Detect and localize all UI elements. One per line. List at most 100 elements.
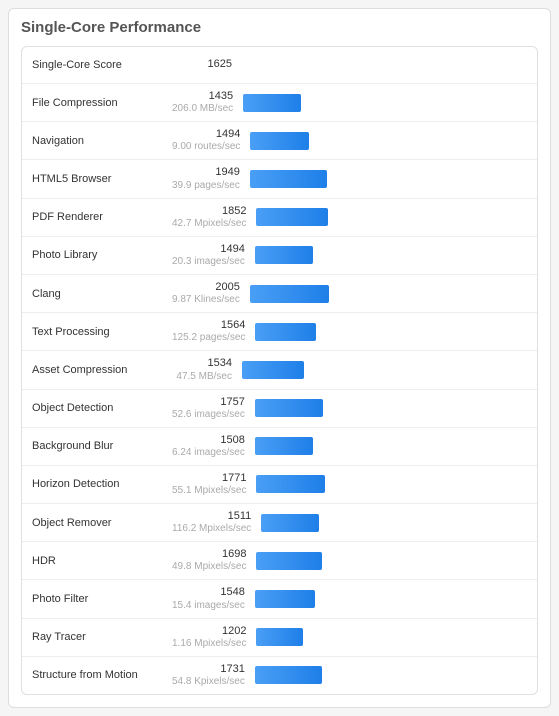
test-bar-col	[250, 170, 527, 188]
test-score-col: 194939.9 pages/sec	[172, 166, 250, 191]
test-label: Ray Tracer	[32, 631, 172, 643]
test-unit: 6.24 images/sec	[172, 447, 245, 459]
test-bar-col	[255, 437, 527, 455]
test-score-col: 173154.8 Kpixels/sec	[172, 663, 255, 688]
test-unit: 1.16 Mpixels/sec	[172, 638, 246, 650]
test-row: PDF Renderer185242.7 Mpixels/sec	[22, 199, 537, 237]
test-score-col: 177155.1 Mpixels/sec	[172, 472, 256, 497]
test-score: 1564	[172, 319, 245, 332]
test-label: PDF Renderer	[32, 211, 172, 223]
test-score-col: 153447.5 MB/sec	[172, 357, 242, 382]
overall-bar-col	[242, 56, 527, 74]
test-row: HDR169849.8 Mpixels/sec	[22, 542, 537, 580]
test-unit: 52.6 images/sec	[172, 409, 245, 421]
test-label: Clang	[32, 288, 172, 300]
test-unit: 42.7 Mpixels/sec	[172, 218, 246, 230]
test-row: File Compression1435206.0 MB/sec	[22, 84, 537, 122]
test-bar-col	[250, 132, 527, 150]
test-score-col: 154815.4 images/sec	[172, 586, 255, 611]
test-unit: 9.87 Klines/sec	[172, 294, 240, 306]
test-bar-col	[261, 514, 527, 532]
test-label: HTML5 Browser	[32, 173, 172, 185]
test-score: 1949	[172, 166, 240, 179]
test-label: Object Remover	[32, 517, 172, 529]
test-score-col: 20059.87 Klines/sec	[172, 281, 250, 306]
test-score: 1731	[172, 663, 245, 676]
test-row: Horizon Detection177155.1 Mpixels/sec	[22, 466, 537, 504]
test-score-col: 1435206.0 MB/sec	[172, 90, 243, 115]
test-score-col: 1511116.2 Mpixels/sec	[172, 510, 261, 535]
test-bar	[255, 590, 315, 608]
test-row: Asset Compression153447.5 MB/sec	[22, 351, 537, 389]
test-bar	[243, 94, 301, 112]
test-score-col: 14949.00 routes/sec	[172, 128, 250, 153]
test-score-col: 149420.3 images/sec	[172, 243, 255, 268]
test-row: Photo Library149420.3 images/sec	[22, 237, 537, 275]
test-score: 1508	[172, 434, 245, 447]
test-row: Text Processing1564125.2 pages/sec	[22, 313, 537, 351]
test-score: 1698	[172, 548, 246, 561]
test-label: Photo Filter	[32, 593, 172, 605]
test-bar-col	[255, 590, 527, 608]
test-unit: 39.9 pages/sec	[172, 180, 240, 192]
test-bar-col	[256, 475, 527, 493]
test-score-col: 175752.6 images/sec	[172, 396, 255, 421]
test-row: Object Remover1511116.2 Mpixels/sec	[22, 504, 537, 542]
test-bar	[261, 514, 318, 532]
test-score: 1435	[172, 90, 233, 103]
test-label: Background Blur	[32, 440, 172, 452]
test-bar	[256, 475, 324, 493]
test-bar-col	[242, 361, 527, 379]
test-label: HDR	[32, 555, 172, 567]
test-unit: 9.00 routes/sec	[172, 141, 240, 153]
overall-score: 1625	[172, 58, 232, 71]
test-score: 2005	[172, 281, 240, 294]
test-score-col: 1564125.2 pages/sec	[172, 319, 255, 344]
test-row: Photo Filter154815.4 images/sec	[22, 580, 537, 618]
test-bar	[255, 437, 314, 455]
test-label: File Compression	[32, 97, 172, 109]
test-unit: 54.8 Kpixels/sec	[172, 676, 245, 688]
overall-label: Single-Core Score	[32, 59, 172, 71]
test-score-col: 185242.7 Mpixels/sec	[172, 205, 256, 230]
test-bar-col	[243, 94, 527, 112]
test-bar-col	[256, 628, 527, 646]
test-score-col: 169849.8 Mpixels/sec	[172, 548, 256, 573]
test-score: 1757	[172, 396, 245, 409]
test-score: 1494	[172, 243, 245, 256]
test-bar-col	[255, 666, 527, 684]
test-score-col: 15086.24 images/sec	[172, 434, 255, 459]
test-label: Text Processing	[32, 326, 172, 338]
test-label: Object Detection	[32, 402, 172, 414]
test-bar-col	[256, 208, 527, 226]
test-label: Horizon Detection	[32, 478, 172, 490]
test-unit: 15.4 images/sec	[172, 600, 245, 612]
test-score: 1771	[172, 472, 246, 485]
test-unit: 116.2 Mpixels/sec	[172, 523, 251, 535]
test-bar	[256, 208, 328, 226]
test-bar	[250, 285, 329, 303]
test-score: 1548	[172, 586, 245, 599]
test-bar-col	[256, 552, 527, 570]
test-unit: 20.3 images/sec	[172, 256, 245, 268]
test-label: Photo Library	[32, 249, 172, 261]
test-bar	[250, 170, 327, 188]
test-bar	[255, 399, 323, 417]
test-bar	[256, 628, 302, 646]
test-row: Navigation14949.00 routes/sec	[22, 122, 537, 160]
test-bar	[255, 246, 313, 264]
overall-score-col: 1625	[172, 58, 242, 71]
test-row: Background Blur15086.24 images/sec	[22, 428, 537, 466]
test-score: 1202	[172, 625, 246, 638]
overall-row: Single-Core Score 1625	[22, 47, 537, 84]
score-card: Single-Core Score 1625 File Compression1…	[21, 46, 538, 695]
single-core-panel: Single-Core Performance Single-Core Scor…	[8, 8, 551, 708]
test-score: 1494	[172, 128, 240, 141]
test-bar	[256, 552, 322, 570]
test-label: Structure from Motion	[32, 669, 172, 681]
test-score: 1534	[172, 357, 232, 370]
test-row: HTML5 Browser194939.9 pages/sec	[22, 160, 537, 198]
test-row: Structure from Motion173154.8 Kpixels/se…	[22, 657, 537, 694]
test-row: Ray Tracer12021.16 Mpixels/sec	[22, 619, 537, 657]
test-bar	[255, 323, 316, 341]
